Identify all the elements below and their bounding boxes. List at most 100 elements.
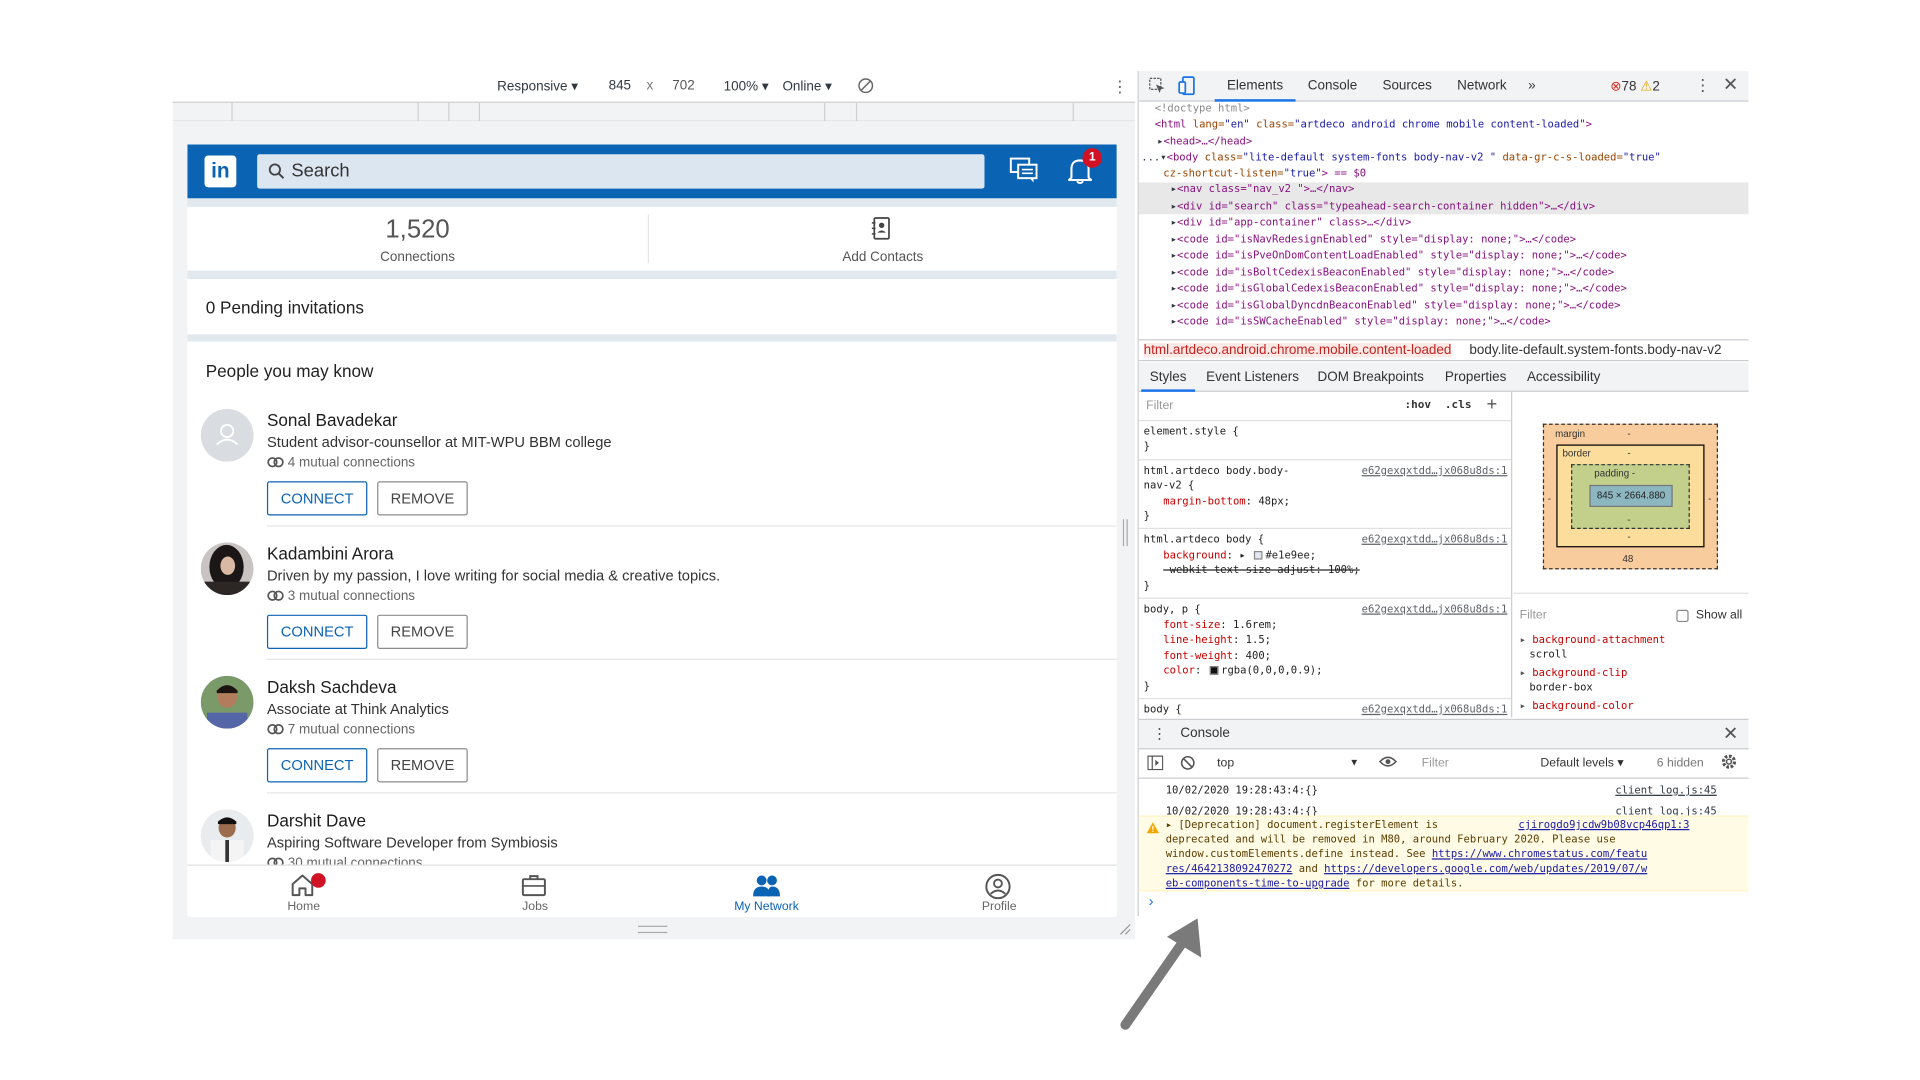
- dom-child-node[interactable]: ▸<code id="isGlobalCedexisBeaconEnabled"…: [1171, 282, 1627, 298]
- device-mode-select[interactable]: Responsive ▾: [497, 78, 578, 95]
- person-name[interactable]: Sonal Bavadekar: [267, 410, 398, 430]
- more-tabs-button[interactable]: »: [1528, 78, 1536, 93]
- breadcrumb-html[interactable]: html.artdeco.android.chrome.mobile.conte…: [1143, 342, 1452, 358]
- log-levels-select[interactable]: Default levels ▾: [1540, 757, 1623, 770]
- viewport-resize-handle[interactable]: [637, 925, 668, 934]
- viewport-height-input[interactable]: 702: [672, 78, 694, 93]
- avatar-placeholder[interactable]: [200, 408, 254, 462]
- messaging-icon[interactable]: [1009, 157, 1038, 190]
- inspect-element-icon[interactable]: [1149, 77, 1166, 98]
- nav-profile[interactable]: Profile: [926, 866, 1073, 917]
- throttle-select[interactable]: Online ▾: [782, 78, 831, 95]
- cls-toggle[interactable]: .cls: [1445, 399, 1472, 411]
- computed-property[interactable]: ▸ background-color: [1520, 700, 1634, 712]
- warning-link[interactable]: https://developers.google.com/web/update…: [1324, 863, 1647, 875]
- device-toggle-icon[interactable]: [1178, 76, 1195, 99]
- dom-doctype[interactable]: <!doctype html>: [1155, 102, 1250, 118]
- new-rule-button[interactable]: +: [1487, 394, 1498, 415]
- console-filter-input[interactable]: Filter: [1416, 753, 1526, 775]
- rule-property[interactable]: margin-bottom: 48px;: [1163, 495, 1290, 510]
- drawer-console-tab[interactable]: Console: [1180, 726, 1229, 741]
- remove-button[interactable]: REMOVE: [377, 481, 468, 516]
- warning-link[interactable]: https://www.chromestatus.com/featu: [1432, 849, 1647, 861]
- avatar[interactable]: [200, 542, 254, 596]
- dom-child-node[interactable]: ▸<code id="isSWCacheEnabled" style="disp…: [1171, 315, 1551, 331]
- search-input[interactable]: Search: [257, 154, 985, 189]
- nav-jobs[interactable]: Jobs: [462, 866, 609, 917]
- box-model-margin[interactable]: margin - - - 48 border - - padding - - 8…: [1542, 423, 1718, 570]
- pending-invitations[interactable]: 0 Pending invitations: [187, 279, 1117, 335]
- viewport-width-input[interactable]: 845: [609, 78, 631, 93]
- warning-source-link[interactable]: cjirogdo9jcdw9b08vcp46qp1:3: [1518, 819, 1689, 831]
- tab-elements[interactable]: Elements: [1227, 78, 1283, 93]
- person-name[interactable]: Daksh Sachdeva: [267, 677, 397, 697]
- tab-accessibility[interactable]: Accessibility: [1527, 370, 1600, 385]
- rule-property-overridden[interactable]: -webkit-text-size-adjust: 100%;: [1163, 563, 1359, 578]
- rule-source-link[interactable]: e62gexqxtdd…jx068u8ds:1: [1362, 533, 1508, 548]
- device-toolbar-menu-icon[interactable]: ⋮: [1112, 77, 1128, 97]
- dom-body-node-cont[interactable]: cz-shortcut-listen="true"> == $0: [1163, 167, 1366, 183]
- rule-property[interactable]: color: rgba(0,0,0,0.9);: [1163, 664, 1322, 679]
- style-rule[interactable]: body { e62gexqxtdd…jx068u8ds:1: [1139, 699, 1511, 718]
- remove-button[interactable]: REMOVE: [377, 614, 468, 649]
- box-model-border[interactable]: border - - padding - - 845 × 2664.880: [1556, 444, 1705, 548]
- close-drawer-icon[interactable]: ✕: [1723, 722, 1738, 745]
- nav-my-network[interactable]: My Network: [693, 866, 840, 917]
- dom-child-node[interactable]: ▸<div id="search" class="typeahead-searc…: [1171, 200, 1595, 216]
- remove-button[interactable]: REMOVE: [377, 748, 468, 783]
- dom-child-node[interactable]: ▸<code id="isPveOnDomContentLoadEnabled"…: [1171, 249, 1627, 265]
- computed-property[interactable]: ▸ background-clip border-box: [1520, 667, 1628, 694]
- dom-child-node[interactable]: ▸<code id="isNavRedesignEnabled" style="…: [1171, 233, 1577, 249]
- close-devtools-icon[interactable]: ✕: [1723, 73, 1738, 96]
- style-rule[interactable]: element.style { }: [1138, 421, 1512, 461]
- person-name[interactable]: Kadambini Arora: [267, 544, 394, 564]
- tab-styles[interactable]: Styles: [1150, 370, 1187, 385]
- dom-child-node[interactable]: ▸<nav class="nav_v2 ">…</nav>: [1171, 182, 1355, 198]
- warning-link[interactable]: eb-components-time-to-upgrade: [1166, 878, 1350, 890]
- rule-property[interactable]: line-height: 1.5;: [1163, 633, 1271, 648]
- rule-source-link[interactable]: e62gexqxtdd…jx068u8ds:1: [1362, 703, 1508, 718]
- devtools-menu-icon[interactable]: ⋮: [1695, 76, 1711, 96]
- sidebar-toggle-icon[interactable]: [1147, 755, 1164, 774]
- breadcrumb-body[interactable]: body.lite-default.system-fonts.body-nav-…: [1469, 343, 1721, 358]
- rotate-icon[interactable]: [857, 77, 874, 98]
- dom-child-node[interactable]: ▸<div id="app-container" class>…</div>: [1171, 216, 1412, 232]
- dom-child-node[interactable]: ▸<code id="isGlobalDyncdnBeaconEnabled" …: [1171, 299, 1621, 315]
- drawer-menu-icon[interactable]: ⋮: [1152, 725, 1167, 742]
- error-warning-counter[interactable]: ⊗78 ⚠2: [1610, 78, 1660, 95]
- tab-event-listeners[interactable]: Event Listeners: [1206, 370, 1299, 385]
- box-model-content-size[interactable]: 845 × 2664.880: [1589, 484, 1673, 507]
- rule-source-link[interactable]: e62gexqxtdd…jx068u8ds:1: [1362, 602, 1508, 617]
- rule-property[interactable]: font-size: 1.6rem;: [1163, 618, 1277, 633]
- tab-properties[interactable]: Properties: [1445, 370, 1506, 385]
- connect-button[interactable]: CONNECT: [266, 748, 368, 783]
- media-query-ruler[interactable]: [172, 101, 1136, 122]
- warning-link[interactable]: res/4642138092470272: [1166, 863, 1293, 875]
- dom-child-node[interactable]: ▸<code id="isBoltCedexisBeaconEnabled" s…: [1171, 266, 1614, 282]
- connect-button[interactable]: CONNECT: [266, 614, 368, 649]
- zoom-select[interactable]: 100% ▾: [724, 78, 769, 95]
- clear-console-icon[interactable]: [1180, 755, 1195, 774]
- connect-button[interactable]: CONNECT: [266, 481, 368, 516]
- log-source-link[interactable]: client_log.js:45: [1615, 785, 1716, 797]
- address-book-icon[interactable]: [871, 217, 893, 248]
- dom-head-node[interactable]: ▸<head>…</head>: [1157, 135, 1252, 151]
- nav-home[interactable]: Home: [230, 866, 377, 917]
- computed-property[interactable]: ▸ background-attachment scroll: [1520, 634, 1666, 661]
- context-select[interactable]: top ▼: [1210, 753, 1362, 775]
- console-settings-gear-icon[interactable]: [1720, 753, 1737, 774]
- tab-network[interactable]: Network: [1457, 78, 1506, 93]
- tab-sources[interactable]: Sources: [1382, 78, 1431, 93]
- connections-count[interactable]: 1,520: [187, 216, 647, 245]
- connections-label[interactable]: Connections: [187, 250, 647, 265]
- computed-filter-input[interactable]: Filter: [1520, 609, 1547, 622]
- add-contacts-label[interactable]: Add Contacts: [649, 250, 1117, 265]
- style-rule[interactable]: body, p { e62gexqxtdd…jx068u8ds:1 font-s…: [1138, 599, 1512, 700]
- style-rule[interactable]: html.artdeco body { e62gexqxtdd…jx068u8d…: [1138, 529, 1512, 599]
- dom-body-node[interactable]: ...▾<body class="lite-default system-fon…: [1141, 151, 1661, 167]
- dom-html-node[interactable]: <html lang="en" class="artdeco android c…: [1155, 118, 1592, 134]
- linkedin-logo[interactable]: in: [204, 155, 237, 188]
- person-name[interactable]: Darshit Dave: [267, 811, 366, 831]
- rule-property[interactable]: background: ▸ #e1e9ee;: [1163, 549, 1316, 564]
- devtools-split-handle[interactable]: [1122, 519, 1128, 547]
